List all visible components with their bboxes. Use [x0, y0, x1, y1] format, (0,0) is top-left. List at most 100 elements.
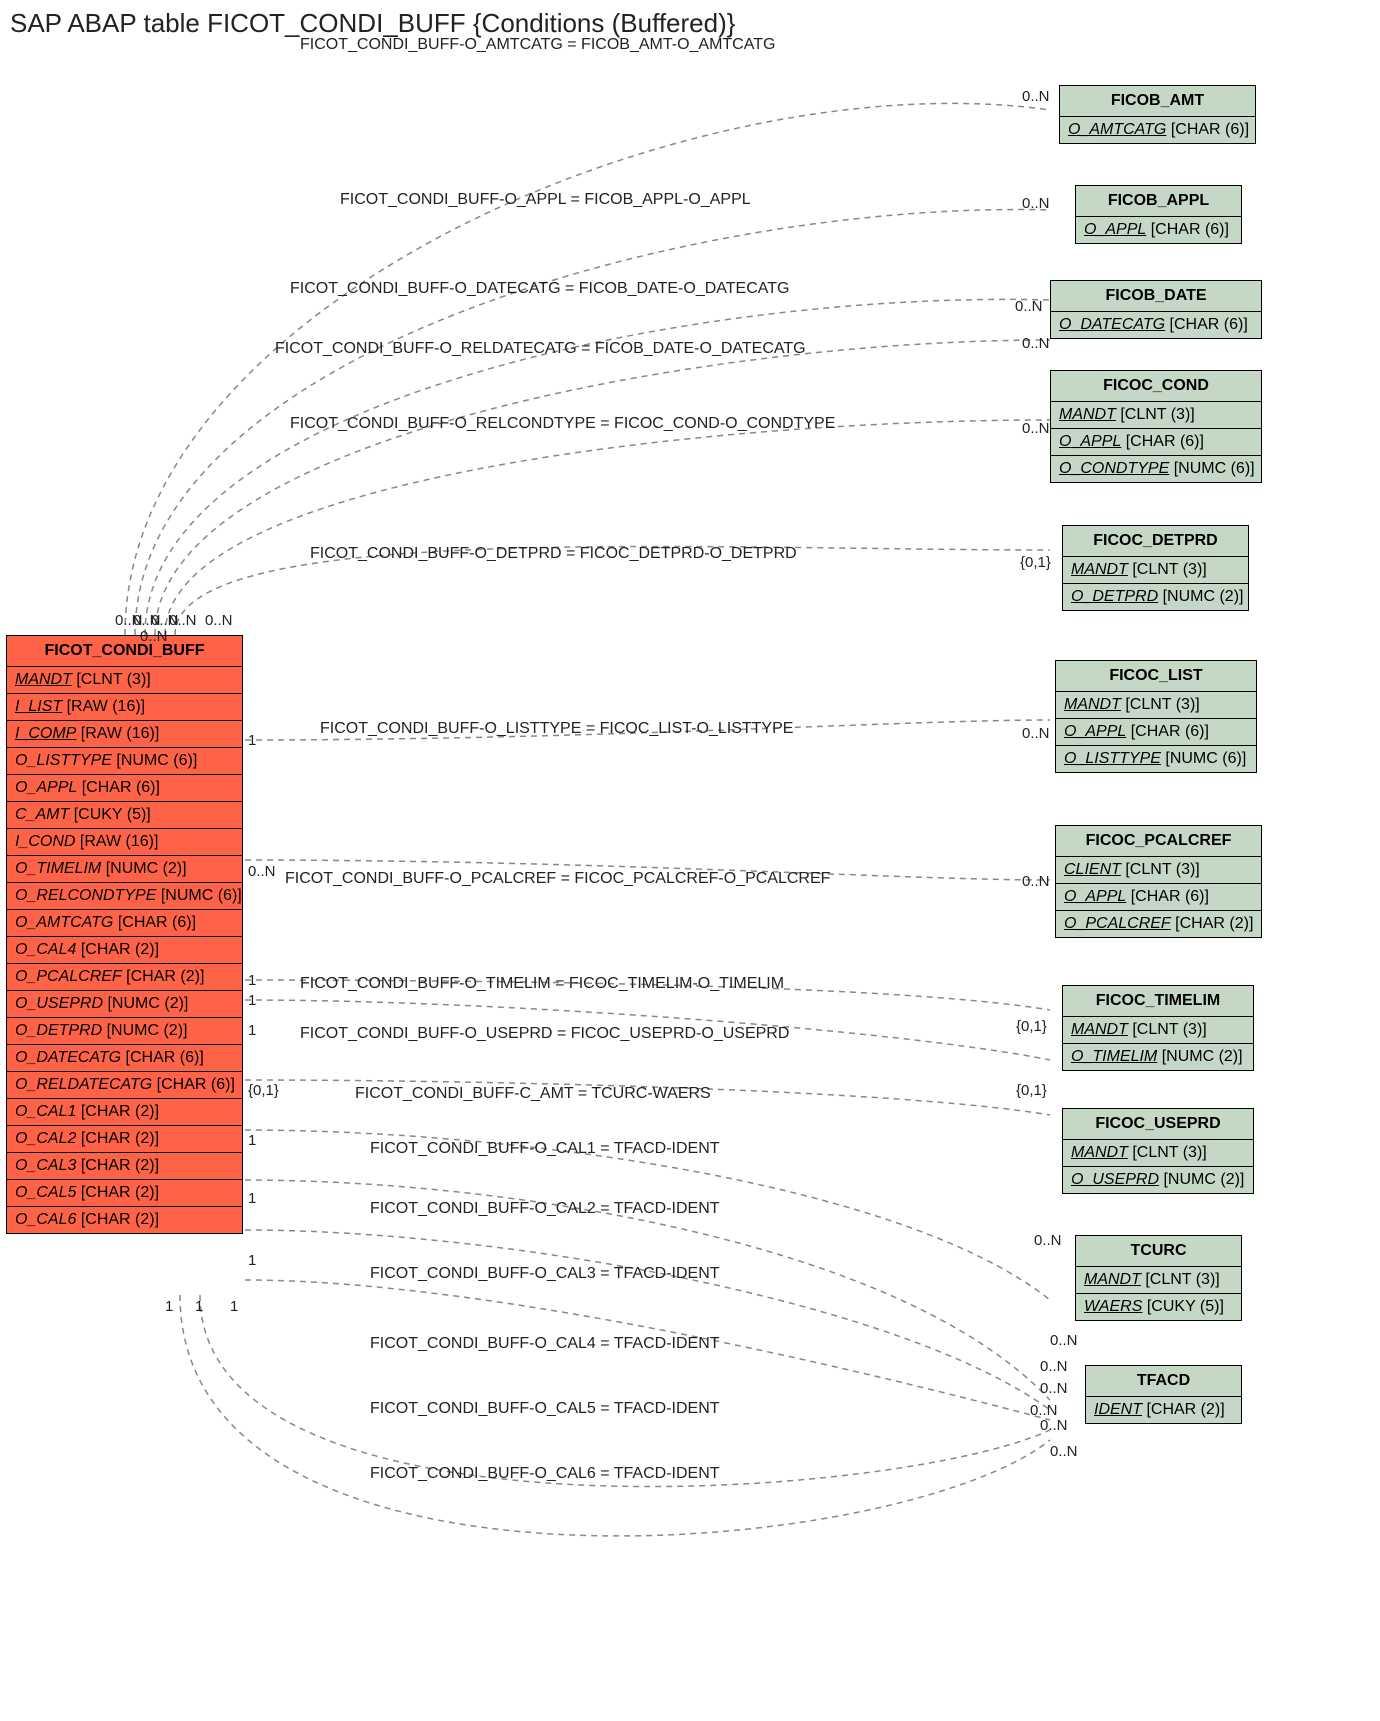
rel-label: FICOT_CONDI_BUFF-C_AMT = TCURC-WAERS [355, 1085, 711, 1103]
rel-label: FICOT_CONDI_BUFF-O_DETPRD = FICOC_DETPRD… [310, 545, 797, 563]
cardinality: 0..N [1040, 1417, 1068, 1434]
field-row: O_CAL3 [CHAR (2)] [7, 1153, 242, 1180]
cardinality: {0,1} [1016, 1082, 1047, 1099]
field-row: O_CAL4 [CHAR (2)] [7, 937, 242, 964]
field-row: O_PCALCREF [CHAR (2)] [1056, 911, 1261, 937]
rel-label: FICOT_CONDI_BUFF-O_CAL5 = TFACD-IDENT [370, 1400, 720, 1418]
field-row: O_APPL [CHAR (6)] [1056, 884, 1261, 911]
cardinality: {0,1} [1020, 554, 1051, 571]
entity-header: FICOB_APPL [1076, 186, 1241, 217]
field-row: I_COND [RAW (16)] [7, 829, 242, 856]
entity-tcurc: TCURC MANDT [CLNT (3)] WAERS [CUKY (5)] [1075, 1235, 1242, 1321]
entity-ficoc-detprd: FICOC_DETPRD MANDT [CLNT (3)] O_DETPRD [… [1062, 525, 1249, 611]
cardinality: 1 [248, 1132, 256, 1149]
cardinality: 0..N [1022, 420, 1050, 437]
rel-label: FICOT_CONDI_BUFF-O_CAL3 = TFACD-IDENT [370, 1265, 720, 1283]
rel-label: FICOT_CONDI_BUFF-O_PCALCREF = FICOC_PCAL… [285, 870, 830, 888]
entity-ficob-date: FICOB_DATE O_DATECATG [CHAR (6)] [1050, 280, 1262, 339]
rel-label: FICOT_CONDI_BUFF-O_CAL4 = TFACD-IDENT [370, 1335, 720, 1353]
cardinality: 0..N [140, 628, 168, 645]
field-row: O_TIMELIM [NUMC (2)] [7, 856, 242, 883]
entity-ficoc-timelim: FICOC_TIMELIM MANDT [CLNT (3)] O_TIMELIM… [1062, 985, 1254, 1071]
cardinality: 0..N [248, 863, 276, 880]
entity-ficoc-useprd: FICOC_USEPRD MANDT [CLNT (3)] O_USEPRD [… [1062, 1108, 1254, 1194]
field-row: O_DETPRD [NUMC (2)] [1063, 584, 1248, 610]
entity-ficoc-pcalcref: FICOC_PCALCREF CLIENT [CLNT (3)] O_APPL … [1055, 825, 1262, 938]
entity-header: FICOT_CONDI_BUFF [7, 636, 242, 667]
field-row: O_APPL [CHAR (6)] [1051, 429, 1261, 456]
field-row: O_RELDATECATG [CHAR (6)] [7, 1072, 242, 1099]
field-row: O_TIMELIM [NUMC (2)] [1063, 1044, 1253, 1070]
cardinality: 0..N [1015, 298, 1043, 315]
entity-header: TFACD [1086, 1366, 1241, 1397]
field-row: MANDT [CLNT (3)] [7, 667, 242, 694]
cardinality: 0..N [1034, 1232, 1062, 1249]
cardinality: 0..N [1022, 873, 1050, 890]
cardinality: 0..N [1040, 1358, 1068, 1375]
field-row: MANDT [CLNT (3)] [1056, 692, 1256, 719]
entity-header: FICOC_USEPRD [1063, 1109, 1253, 1140]
field-row: O_CAL5 [CHAR (2)] [7, 1180, 242, 1207]
entity-header: FICOC_LIST [1056, 661, 1256, 692]
field-row: MANDT [CLNT (3)] [1051, 402, 1261, 429]
entity-header: TCURC [1076, 1236, 1241, 1267]
cardinality: 1 [248, 732, 256, 749]
cardinality: 1 [195, 1298, 203, 1315]
field-row: O_LISTTYPE [NUMC (6)] [1056, 746, 1256, 772]
cardinality: 1 [165, 1298, 173, 1315]
field-row: MANDT [CLNT (3)] [1063, 557, 1248, 584]
rel-label: FICOT_CONDI_BUFF-O_RELCONDTYPE = FICOC_C… [290, 415, 835, 433]
entity-header: FICOC_TIMELIM [1063, 986, 1253, 1017]
field-row: I_COMP [RAW (16)] [7, 721, 242, 748]
cardinality: 0..N [1022, 195, 1050, 212]
rel-label: FICOT_CONDI_BUFF-O_USEPRD = FICOC_USEPRD… [300, 1025, 789, 1043]
cardinality: 1 [248, 1022, 256, 1039]
field-row: O_DETPRD [NUMC (2)] [7, 1018, 242, 1045]
entity-tfacd: TFACD IDENT [CHAR (2)] [1085, 1365, 1242, 1424]
field-row: C_AMT [CUKY (5)] [7, 802, 242, 829]
rel-label: FICOT_CONDI_BUFF-O_RELDATECATG = FICOB_D… [275, 340, 806, 358]
cardinality: 1 [248, 992, 256, 1009]
field-row: IDENT [CHAR (2)] [1086, 1397, 1241, 1423]
entity-header: FICOC_COND [1051, 371, 1261, 402]
field-row: O_PCALCREF [CHAR (2)] [7, 964, 242, 991]
field-row: O_AMTCATG [CHAR (6)] [7, 910, 242, 937]
field-row: O_DATECATG [CHAR (6)] [7, 1045, 242, 1072]
field-row: MANDT [CLNT (3)] [1076, 1267, 1241, 1294]
cardinality: 0..N [169, 612, 197, 629]
cardinality: 0..N [1022, 725, 1050, 742]
field-row: O_USEPRD [NUMC (2)] [7, 991, 242, 1018]
rel-label: FICOT_CONDI_BUFF-O_CAL1 = TFACD-IDENT [370, 1140, 720, 1158]
cardinality: {0,1} [248, 1082, 279, 1099]
cardinality: 0..N [205, 612, 233, 629]
entity-header: FICOC_DETPRD [1063, 526, 1248, 557]
entity-header: FICOB_AMT [1060, 86, 1255, 117]
rel-label: FICOT_CONDI_BUFF-O_AMTCATG = FICOB_AMT-O… [300, 36, 775, 54]
field-row: O_USEPRD [NUMC (2)] [1063, 1167, 1253, 1193]
entity-ficot-condi-buff: FICOT_CONDI_BUFF MANDT [CLNT (3)] I_LIST… [6, 635, 243, 1234]
field-row: WAERS [CUKY (5)] [1076, 1294, 1241, 1320]
rel-label: FICOT_CONDI_BUFF-O_CAL6 = TFACD-IDENT [370, 1465, 720, 1483]
field-row: CLIENT [CLNT (3)] [1056, 857, 1261, 884]
cardinality: 0..N [1050, 1443, 1078, 1460]
cardinality: 1 [248, 972, 256, 989]
field-row: O_LISTTYPE [NUMC (6)] [7, 748, 242, 775]
field-row: MANDT [CLNT (3)] [1063, 1017, 1253, 1044]
cardinality: 0..N [1040, 1380, 1068, 1397]
cardinality: 1 [248, 1252, 256, 1269]
entity-ficob-amt: FICOB_AMT O_AMTCATG [CHAR (6)] [1059, 85, 1256, 144]
rel-label: FICOT_CONDI_BUFF-O_DATECATG = FICOB_DATE… [290, 280, 789, 298]
cardinality: 0..N [1022, 88, 1050, 105]
entity-header: FICOC_PCALCREF [1056, 826, 1261, 857]
entity-ficoc-list: FICOC_LIST MANDT [CLNT (3)] O_APPL [CHAR… [1055, 660, 1257, 773]
cardinality: 0..N [1050, 1332, 1078, 1349]
field-row: O_AMTCATG [CHAR (6)] [1060, 117, 1255, 143]
field-row: O_RELCONDTYPE [NUMC (6)] [7, 883, 242, 910]
field-row: O_CAL2 [CHAR (2)] [7, 1126, 242, 1153]
cardinality: 1 [230, 1298, 238, 1315]
field-row: O_CAL1 [CHAR (2)] [7, 1099, 242, 1126]
field-row: O_APPL [CHAR (6)] [7, 775, 242, 802]
entity-ficoc-cond: FICOC_COND MANDT [CLNT (3)] O_APPL [CHAR… [1050, 370, 1262, 483]
rel-label: FICOT_CONDI_BUFF-O_TIMELIM = FICOC_TIMEL… [300, 975, 784, 993]
field-row: O_CONDTYPE [NUMC (6)] [1051, 456, 1261, 482]
